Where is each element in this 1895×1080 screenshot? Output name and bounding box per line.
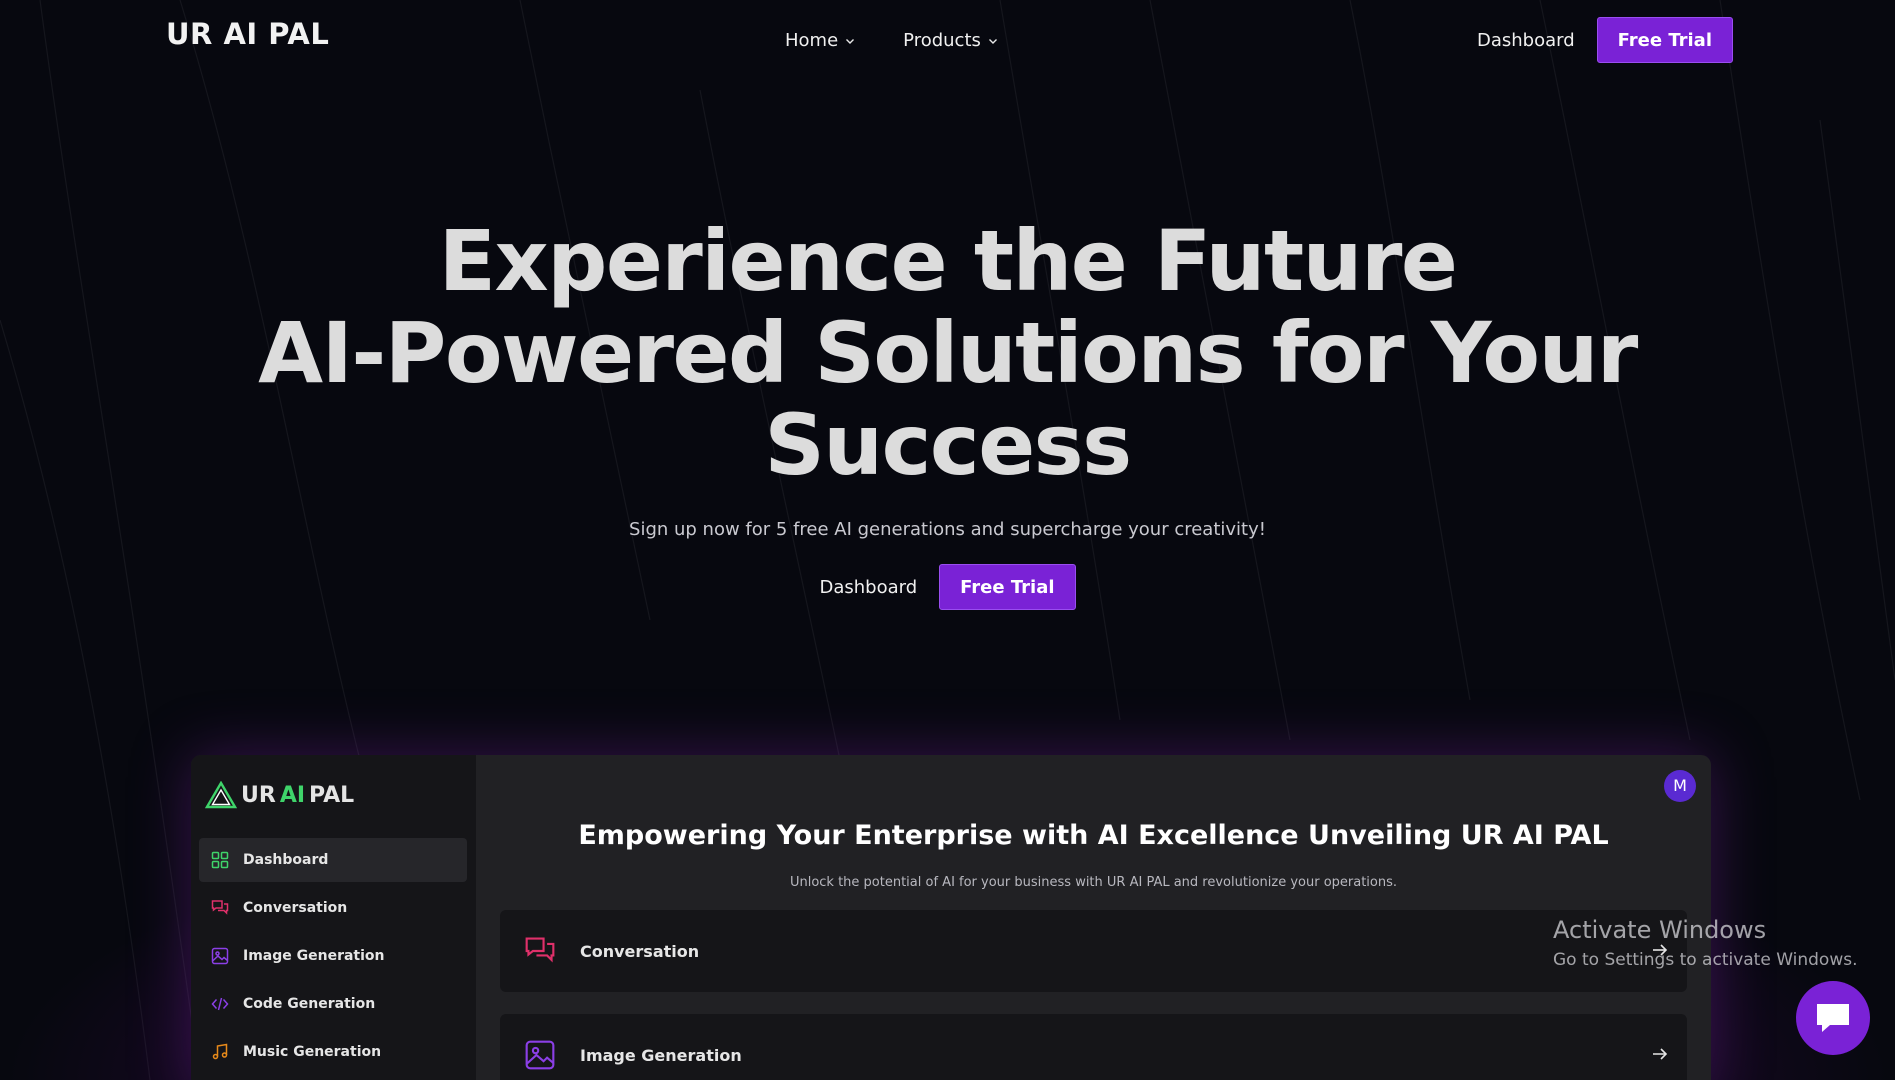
sidebar-item-dashboard[interactable]: Dashboard	[199, 838, 467, 882]
hero-dashboard-link[interactable]: Dashboard	[819, 577, 917, 598]
nav-free-trial-button[interactable]: Free Trial	[1596, 17, 1733, 63]
hero-title-line: Success	[764, 396, 1132, 494]
triangle-logo-icon	[205, 781, 237, 809]
sidebar-item-code-generation[interactable]: Code Generation	[199, 982, 467, 1026]
nav-home-label: Home	[785, 30, 839, 51]
preview-main-panel: M Empowering Your Enterprise with AI Exc…	[476, 755, 1711, 1080]
user-avatar[interactable]: M	[1664, 770, 1696, 802]
site-logo[interactable]: UR AI PAL	[166, 17, 329, 51]
chat-launcher-button[interactable]	[1796, 981, 1870, 1055]
code-icon	[211, 997, 229, 1011]
nav-actions: Dashboard Free Trial	[1477, 17, 1733, 63]
sidebar-item-label: Music Generation	[243, 1044, 382, 1060]
preview-logo-pal: PAL	[309, 782, 355, 808]
image-icon	[211, 947, 229, 965]
hero-section: Experience the Future AI-Powered Solutio…	[0, 215, 1895, 610]
tool-card-image-generation[interactable]: Image Generation	[500, 1014, 1687, 1080]
arrow-right-icon	[1653, 1048, 1668, 1060]
tool-card-label: Image Generation	[580, 1045, 742, 1065]
main-menu: Home Products	[785, 30, 998, 51]
chevron-down-icon	[846, 38, 855, 44]
windows-activation-watermark: Activate Windows Go to Settings to activ…	[1553, 916, 1858, 970]
music-icon	[212, 1043, 228, 1060]
watermark-subtitle: Go to Settings to activate Windows.	[1553, 950, 1858, 970]
nav-products-label: Products	[903, 30, 981, 51]
tool-card-label: Conversation	[580, 941, 700, 961]
hero-subtitle: Sign up now for 5 free AI generations an…	[629, 519, 1266, 540]
preview-subtitle: Unlock the potential of AI for your busi…	[789, 875, 1398, 890]
preview-sidebar-list: Dashboard Conversation Image Generation …	[199, 838, 467, 1078]
chat-bubbles-icon	[211, 900, 229, 915]
image-icon	[525, 1040, 555, 1070]
preview-logo-ai: AI	[279, 782, 306, 808]
grid-icon	[211, 851, 229, 869]
nav-dashboard-link[interactable]: Dashboard	[1477, 30, 1575, 51]
hero-title: Experience the Future AI-Powered Solutio…	[0, 215, 1895, 491]
chat-bubbles-icon	[525, 937, 555, 963]
chevron-down-icon	[988, 38, 997, 44]
hero-actions: Dashboard Free Trial	[0, 564, 1895, 610]
preview-sidebar: UR AI PAL Dashboard Conversation Image G…	[191, 755, 476, 1080]
sidebar-item-label: Image Generation	[243, 948, 385, 964]
top-navigation: UR AI PAL Home Products Dashboard Free T…	[0, 0, 1895, 80]
hero-title-line: AI-Powered Solutions for Your	[258, 304, 1638, 402]
hero-free-trial-button[interactable]: Free Trial	[939, 564, 1076, 610]
sidebar-item-label: Dashboard	[243, 852, 329, 868]
sidebar-item-image-generation[interactable]: Image Generation	[199, 934, 467, 978]
nav-home[interactable]: Home	[785, 30, 855, 51]
chat-icon	[1817, 1004, 1849, 1032]
preview-logo-ur: UR	[241, 782, 276, 808]
app-preview: UR AI PAL Dashboard Conversation Image G…	[191, 755, 1711, 1080]
sidebar-item-label: Code Generation	[243, 996, 376, 1012]
sidebar-item-conversation[interactable]: Conversation	[199, 886, 467, 930]
preview-logo[interactable]: UR AI PAL	[205, 781, 354, 809]
sidebar-item-label: Conversation	[243, 900, 348, 916]
preview-title: Empowering Your Enterprise with AI Excel…	[578, 820, 1609, 851]
nav-products[interactable]: Products	[903, 30, 998, 51]
hero-title-line: Experience the Future	[438, 212, 1458, 310]
tool-card-conversation[interactable]: Conversation	[500, 910, 1687, 992]
sidebar-item-music-generation[interactable]: Music Generation	[199, 1030, 467, 1074]
watermark-title: Activate Windows	[1553, 916, 1767, 944]
